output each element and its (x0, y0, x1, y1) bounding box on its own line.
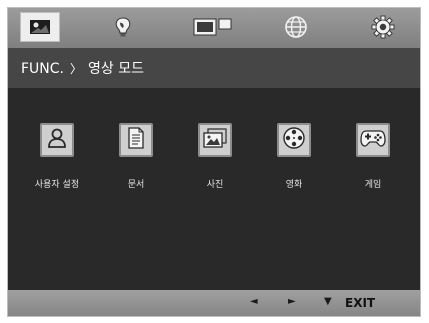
tab-language[interactable] (276, 12, 316, 42)
photo-icon (203, 128, 227, 152)
screen-layout-icon (193, 17, 233, 37)
picture-mode-list: 사용자 설정 문서 사진 영화 게임 (8, 88, 420, 290)
mode-game[interactable]: 게임 (343, 123, 403, 190)
globe-icon (284, 15, 308, 39)
film-reel-icon (282, 126, 306, 154)
mode-icon-tile (198, 123, 232, 157)
breadcrumb-separator: 〉 (70, 62, 83, 76)
mode-photo[interactable]: 사진 (185, 123, 245, 190)
picture-icon (29, 19, 51, 35)
mode-label: 사진 (206, 180, 224, 190)
func-label: FUNC. (21, 61, 64, 77)
tab-picture[interactable] (20, 12, 60, 42)
exit-button[interactable]: EXIT (345, 296, 375, 310)
tab-bar (8, 8, 420, 48)
leaf-bulb-icon (112, 16, 134, 38)
gamepad-icon (360, 128, 386, 152)
mode-label: 영화 (285, 180, 303, 190)
document-icon (126, 127, 146, 153)
user-icon (46, 127, 68, 153)
mode-movie[interactable]: 영화 (264, 123, 324, 190)
mode-icon-tile (277, 123, 311, 157)
header-bar: FUNC. 〉 영상 모드 (8, 48, 420, 88)
mode-icon-tile (119, 123, 153, 157)
tab-screen[interactable] (193, 12, 233, 42)
breadcrumb: FUNC. 〉 영상 모드 (21, 58, 144, 78)
mode-label: 문서 (127, 180, 145, 190)
page-title: 영상 모드 (88, 61, 144, 77)
tab-eco[interactable] (103, 12, 143, 42)
bottom-bar: ◄ ► ▼ EXIT (8, 290, 420, 316)
mode-document[interactable]: 문서 (106, 123, 166, 190)
mode-icon-tile (40, 123, 74, 157)
tab-settings[interactable] (363, 12, 403, 42)
right-arrow-button[interactable]: ► (288, 296, 296, 307)
down-arrow-button[interactable]: ▼ (324, 296, 332, 307)
mode-label: 사용자 설정 (34, 180, 80, 190)
mode-user-setting[interactable]: 사용자 설정 (27, 123, 87, 190)
osd-menu: FUNC. 〉 영상 모드 사용자 설정 문서 사진 영화 게임 ◄ ► ▼ E… (7, 7, 421, 317)
left-arrow-button[interactable]: ◄ (250, 296, 258, 307)
mode-icon-tile (356, 123, 390, 157)
mode-label: 게임 (364, 180, 382, 190)
gear-icon (371, 15, 395, 39)
